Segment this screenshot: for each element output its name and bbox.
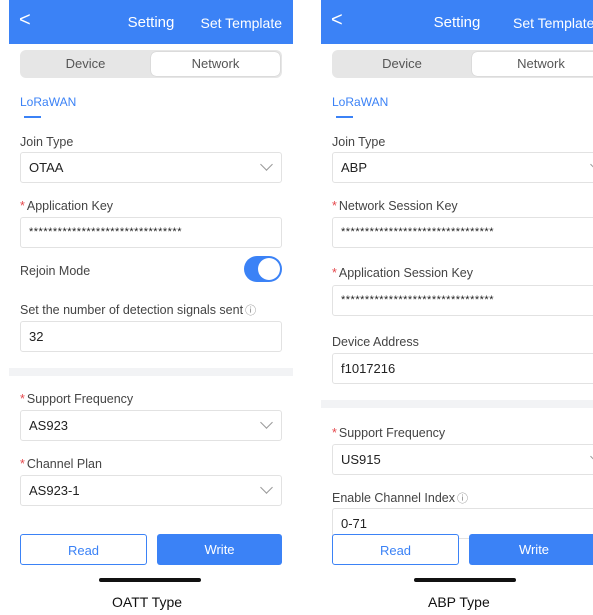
detection-signals-input[interactable]: 32 [20,321,282,352]
support-frequency-select[interactable]: AS923 [20,410,282,441]
rejoin-mode-toggle[interactable] [244,256,282,282]
channel-index-label: Enable Channel Index ⓘ [332,491,469,505]
join-type-label: Join Type [332,135,386,149]
device-network-segment: Device Network [332,50,593,78]
chevron-down-icon [260,416,273,429]
segment-network[interactable]: Network [151,52,280,76]
info-icon: ⓘ [245,305,257,317]
join-type-select[interactable]: OTAA [20,152,282,183]
support-frequency-label: * Support Frequency [332,426,446,440]
application-session-key-label: * Application Session Key [332,266,473,280]
application-session-key-input[interactable]: ******************************** [332,285,593,316]
device-address-label: Device Address [332,335,419,349]
join-type-label: Join Type [20,135,74,149]
chevron-down-icon [260,158,273,171]
network-session-key-label: * Network Session Key [332,199,458,213]
read-button[interactable]: Read [332,534,459,565]
tab-lorawan[interactable]: LoRaWAN [332,95,388,109]
segment-network[interactable]: Network [472,52,593,76]
application-key-label: * Application Key [20,199,114,213]
device-address-input[interactable]: f1017216 [332,353,593,384]
application-key-input[interactable]: ******************************** [20,217,282,248]
info-icon: ⓘ [457,493,469,505]
write-button[interactable]: Write [469,534,593,565]
header-bar: < Setting Set Template [9,0,293,44]
set-template-button[interactable]: Set Template [513,15,593,31]
section-divider [9,368,293,376]
network-session-key-input[interactable]: ******************************** [332,217,593,248]
abp-caption: ABP Type [428,594,490,610]
home-indicator [414,578,516,582]
support-frequency-select[interactable]: US915 [332,444,593,475]
section-divider [321,400,593,408]
rejoin-mode-label: Rejoin Mode [20,264,91,278]
tab-lorawan[interactable]: LoRaWAN [20,95,76,109]
segment-device[interactable]: Device [20,52,151,76]
read-button[interactable]: Read [20,534,147,565]
set-template-button[interactable]: Set Template [201,15,282,31]
channel-plan-select[interactable]: AS923-1 [20,475,282,506]
support-frequency-label: * Support Frequency [20,392,134,406]
device-network-segment: Device Network [20,50,282,78]
tab-indicator [24,116,41,118]
write-button[interactable]: Write [157,534,282,565]
channel-plan-label: * Channel Plan [20,457,102,471]
abp-phone-screen: < Setting Set Template Device Network Lo… [321,0,593,615]
otaa-caption: OATT Type [112,594,183,610]
chevron-down-icon [260,481,273,494]
tab-indicator [336,116,353,118]
otaa-phone-screen: < Setting Set Template Device Network Lo… [9,0,293,615]
toggle-knob [258,258,280,280]
join-type-select[interactable]: ABP [332,152,593,183]
detection-signals-label: Set the number of detection signals sent… [20,303,257,317]
segment-device[interactable]: Device [332,52,472,76]
home-indicator [99,578,201,582]
header-bar: < Setting Set Template [321,0,593,44]
